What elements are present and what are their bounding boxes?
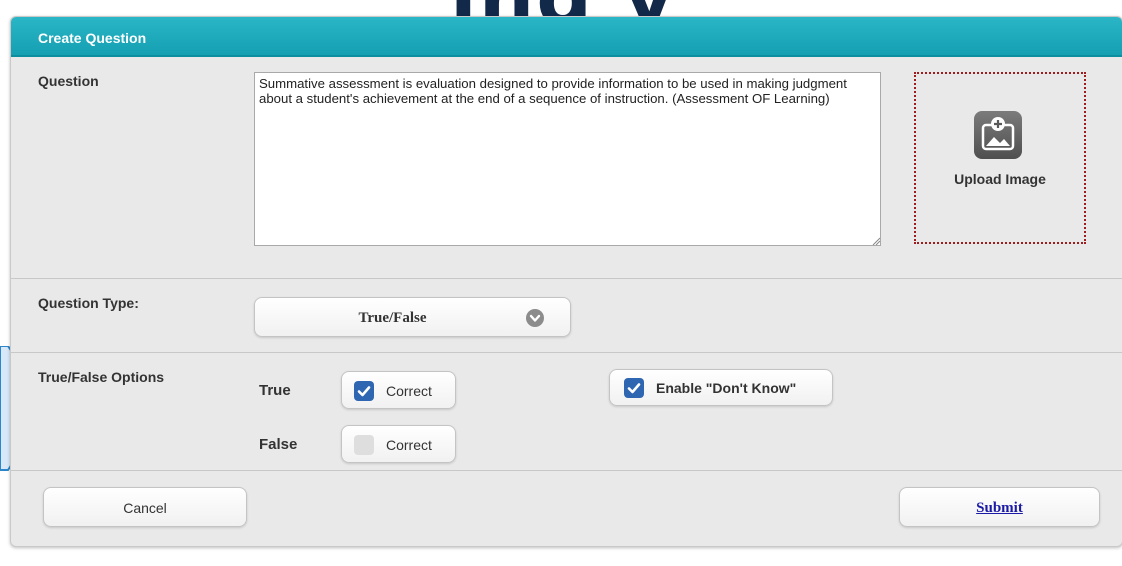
false-correct-checkbox[interactable]: Correct: [341, 425, 456, 463]
submit-button[interactable]: Submit: [899, 487, 1100, 527]
question-type-row: Question Type: True/False: [11, 279, 1122, 353]
cancel-label: Cancel: [123, 500, 167, 516]
true-correct-checkbox[interactable]: Correct: [341, 371, 456, 409]
checkbox-checked-icon: [354, 381, 374, 401]
question-type-label: Question Type:: [38, 295, 139, 311]
cancel-button[interactable]: Cancel: [43, 487, 247, 527]
actions-row: Cancel Submit: [11, 471, 1122, 546]
chevron-down-icon: [526, 309, 544, 327]
enable-dont-know-label: Enable "Don't Know": [656, 380, 797, 396]
true-false-options-row: True/False Options True Correct False Co…: [11, 353, 1122, 471]
enable-dont-know-checkbox[interactable]: Enable "Don't Know": [609, 369, 833, 406]
true-option-label: True: [259, 382, 291, 399]
image-add-icon: [974, 111, 1022, 159]
question-type-value: True/False: [358, 310, 427, 326]
question-label: Question: [38, 73, 99, 89]
upload-image-label: Upload Image: [954, 171, 1046, 187]
question-row: Question Upload Image: [11, 59, 1122, 279]
checkbox-unchecked-icon: [354, 435, 374, 455]
true-false-options-label: True/False Options: [38, 369, 165, 385]
question-textarea[interactable]: [254, 72, 881, 246]
submit-label: Submit: [976, 500, 1023, 516]
panel-title: Create Question: [11, 17, 1122, 57]
question-type-select[interactable]: True/False: [254, 297, 571, 337]
true-correct-label: Correct: [386, 383, 432, 399]
checkbox-checked-icon: [624, 378, 644, 398]
create-question-panel: Create Question Question Upload Image Qu…: [10, 16, 1122, 547]
upload-image-button[interactable]: Upload Image: [914, 72, 1086, 244]
resize-grip-icon[interactable]: [872, 237, 880, 245]
false-correct-label: Correct: [386, 437, 432, 453]
false-option-label: False: [259, 436, 298, 453]
